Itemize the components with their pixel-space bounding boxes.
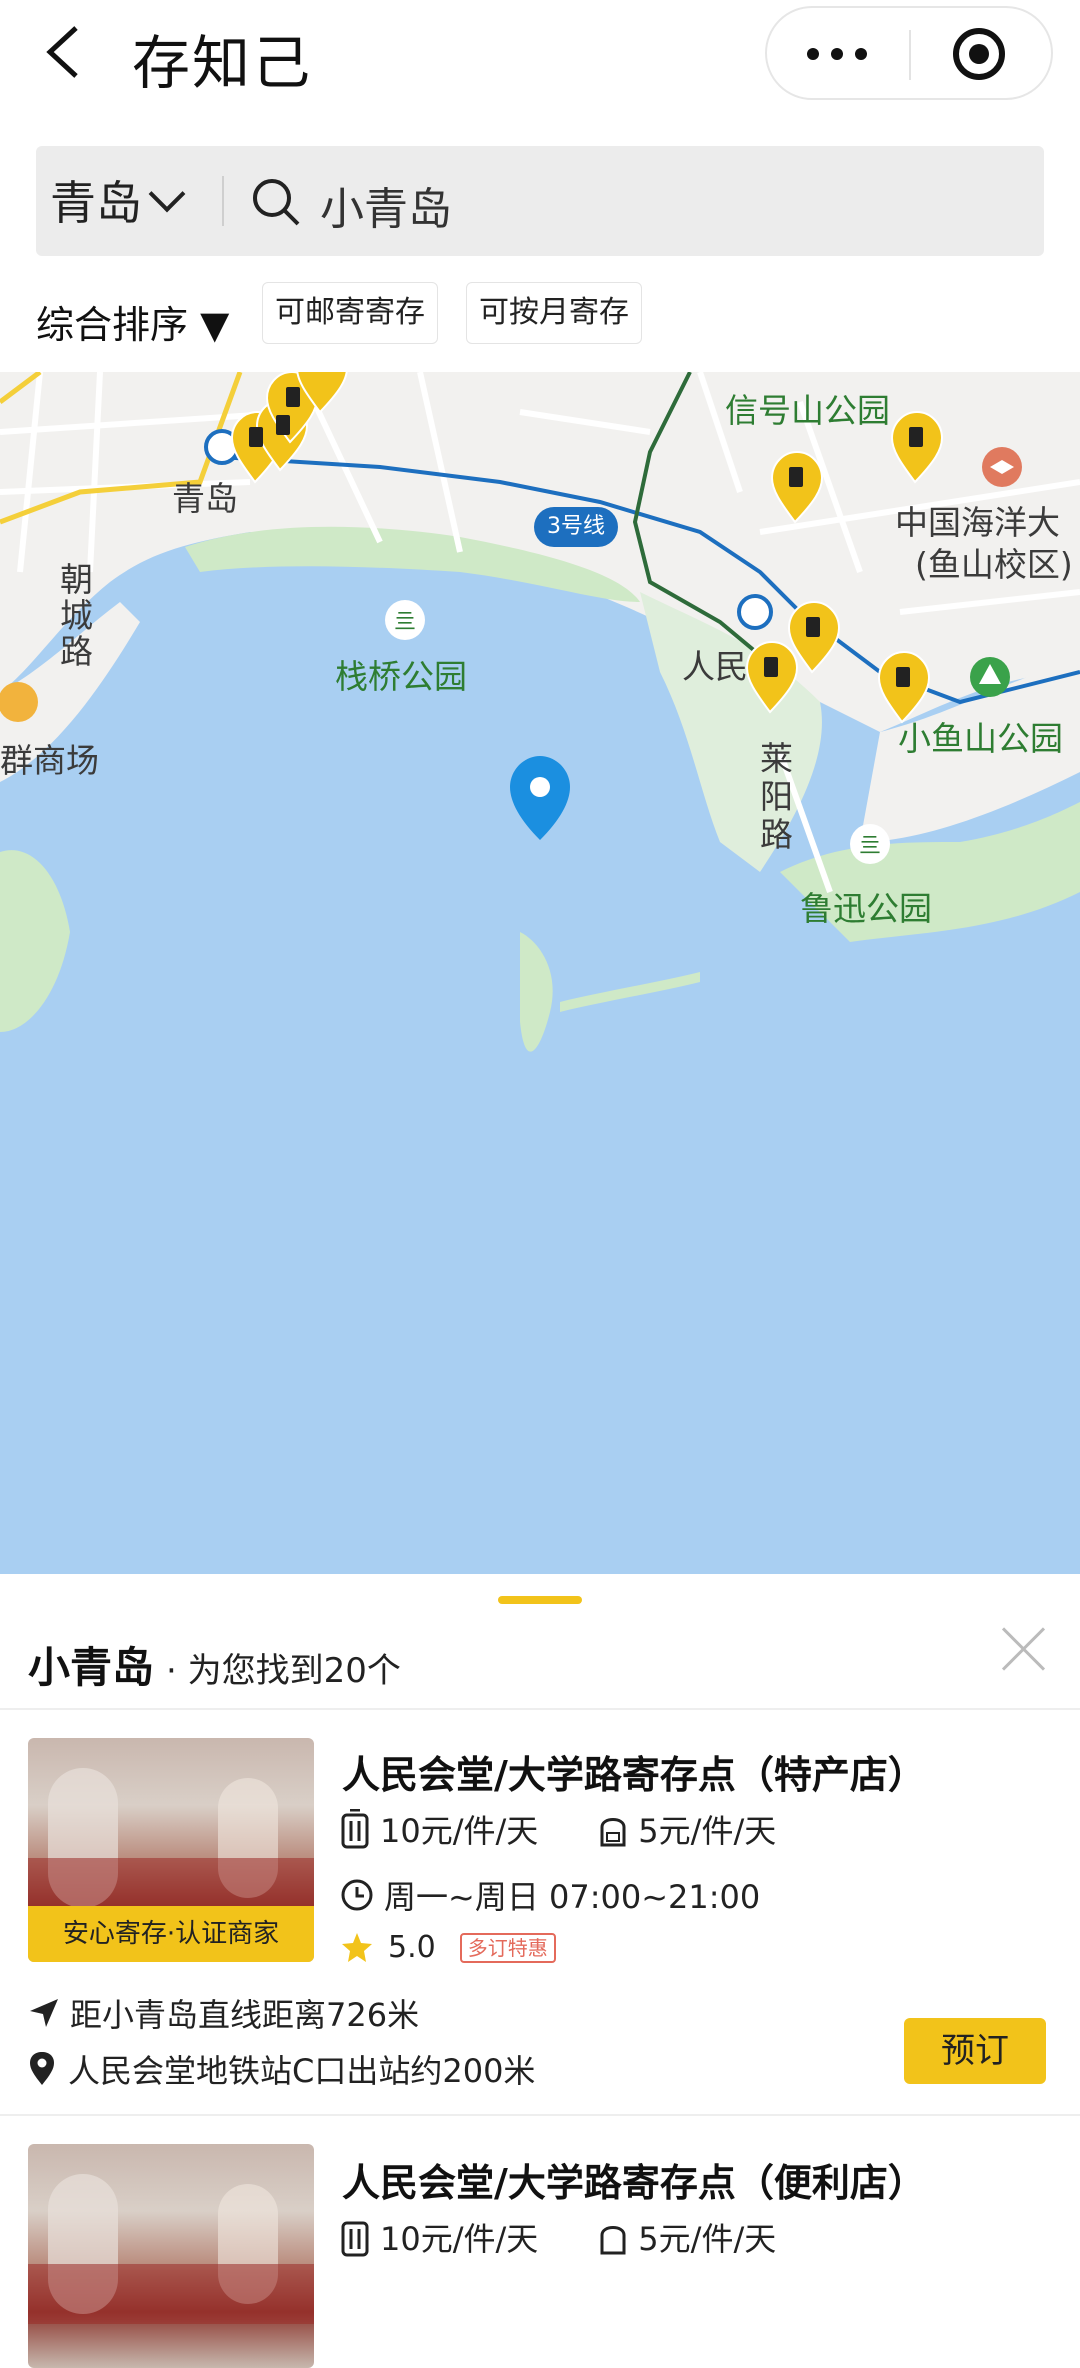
map-label-road: 朝城路: [60, 560, 93, 671]
results-location: 小青岛: [28, 1643, 155, 1692]
distance-text: 距小青岛直线距离726米: [70, 1996, 420, 2034]
map-label-university: (鱼山校区): [915, 545, 1073, 584]
star-icon: [342, 1932, 372, 1962]
rating-value: 5.0: [388, 1930, 436, 1965]
filter-chip-monthly[interactable]: 可按月寄存: [466, 282, 642, 344]
search-icon: [253, 179, 300, 226]
search-divider: [222, 176, 224, 226]
store-title[interactable]: 人民会堂/大学路寄存点（特产店）: [342, 1744, 926, 1799]
promo-tag: 多订特惠: [459, 1932, 556, 1963]
map-label-park: 信号山公园: [725, 391, 890, 430]
map-label-market: 群商场: [0, 741, 99, 780]
rating-row: 5.0 多订特惠: [340, 1930, 556, 1965]
metro-line-3-badge: 3号线: [534, 507, 618, 547]
more-dot-icon: [807, 48, 819, 60]
certified-badge: 安心寄存·认证商家: [28, 1906, 314, 1962]
directions-text: 人民会堂地铁站C口出站约200米: [68, 2052, 536, 2090]
store-thumbnail[interactable]: [28, 2144, 314, 2368]
luggage-icon: [341, 1809, 369, 1849]
price-bag: 5元/件/天: [638, 2220, 777, 2258]
more-dot-icon: [855, 48, 867, 60]
price-luggage: 10元/件/天: [380, 2220, 539, 2258]
filter-chip-mail[interactable]: 可邮寄寄存: [262, 282, 438, 344]
price-luggage: 10元/件/天: [380, 1812, 539, 1850]
city-selector[interactable]: 青岛: [50, 170, 186, 230]
city-name: 青岛: [50, 176, 142, 230]
map-label-road: 莱阳路: [760, 739, 793, 854]
price-row: 10元/件/天 5元/件/天: [340, 1806, 776, 1852]
map-label-park: 鲁迅公园: [800, 889, 932, 928]
more-button[interactable]: [767, 8, 909, 98]
map-label-university: 中国海洋大: [895, 503, 1060, 542]
results-sheet: 小青岛 · 为您找到20个 安心寄存·认证商家 人民会堂/大学路寄存点（特产店）…: [0, 1574, 1080, 2368]
chevron-down-icon: [148, 175, 186, 213]
price-row: 10元/件/天 5元/件/天: [340, 2214, 776, 2260]
drag-handle[interactable]: [498, 1596, 582, 1604]
divider: [0, 1708, 1080, 1710]
map-label-area: 人民: [682, 647, 748, 686]
backpack-icon: [600, 2226, 626, 2255]
map-label-park: 小鱼山公园: [898, 719, 1063, 758]
business-hours: 周一~周日 07:00~21:00: [384, 1878, 761, 1916]
results-header: 小青岛 · 为您找到20个: [28, 1634, 401, 1695]
chevron-left-icon: [46, 26, 78, 78]
search-bar: 青岛 小青岛: [36, 146, 1044, 256]
store-title[interactable]: 人民会堂/大学路寄存点（便利店）: [342, 2152, 926, 2207]
map-label-park: 栈桥公园: [335, 657, 467, 696]
price-bag: 5元/件/天: [638, 1812, 777, 1850]
navigation-arrow-icon: [30, 1999, 58, 2027]
close-icon[interactable]: [1000, 1624, 1048, 1672]
svg-text:亖: 亖: [859, 834, 881, 859]
backpack-icon: [600, 1818, 626, 1847]
search-input[interactable]: 小青岛: [320, 173, 452, 237]
store-thumbnail[interactable]: 安心寄存·认证商家: [28, 1738, 314, 1962]
map-label-station: 青岛: [172, 479, 238, 518]
book-button[interactable]: 预订: [904, 2018, 1046, 2084]
distance-row: 距小青岛直线距离726米: [28, 1990, 419, 2036]
location-pin-icon: [30, 2052, 54, 2085]
target-dot: [969, 44, 989, 64]
filter-bar: 综合排序 ▼ 可邮寄寄存 可按月寄存: [0, 276, 1080, 366]
hours-row: 周一~周日 07:00~21:00: [340, 1872, 760, 1918]
nav-bar: 存知己: [0, 0, 1080, 132]
luggage-icon: [341, 2221, 369, 2257]
close-program-button[interactable]: [911, 8, 1053, 98]
mini-program-capsule: [765, 6, 1053, 100]
back-button[interactable]: [38, 22, 98, 82]
svg-text:亖: 亖: [394, 610, 416, 635]
directions-row: 人民会堂地铁站C口出站约200米: [28, 2046, 535, 2092]
page-title: 存知己: [132, 29, 313, 97]
map-view[interactable]: 亖 亖 3号线 青岛 朝城路 群商场 栈桥公园 信号山公园 中国海洋大 (鱼山校…: [0, 372, 1080, 1580]
divider: [0, 2114, 1080, 2116]
clock-icon: [341, 1879, 373, 1911]
more-dot-icon: [831, 48, 843, 60]
sort-dropdown[interactable]: 综合排序 ▼: [36, 294, 229, 349]
results-count: · 为您找到20个: [166, 1651, 401, 1691]
